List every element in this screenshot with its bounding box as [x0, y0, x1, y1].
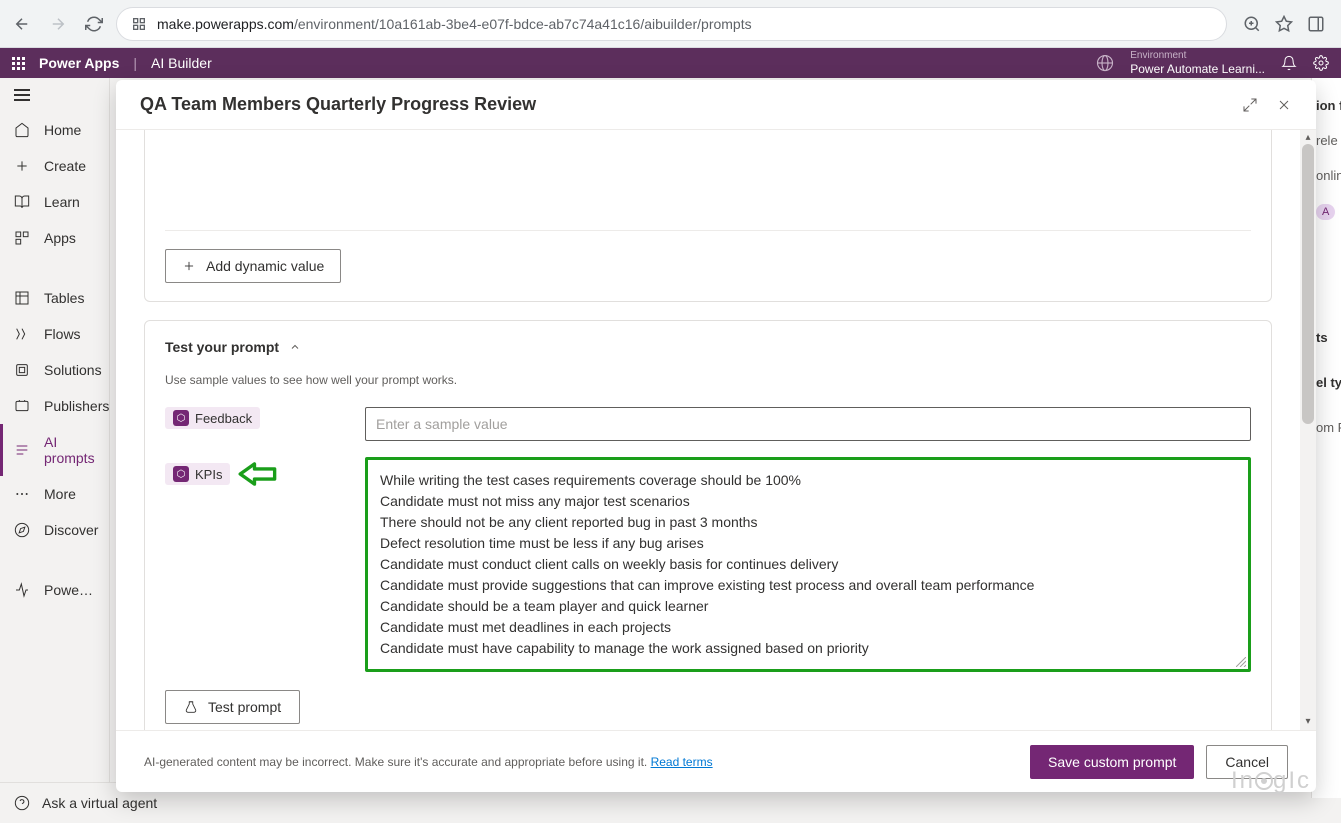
section-name[interactable]: AI Builder	[151, 55, 212, 71]
modal-title: QA Team Members Quarterly Progress Revie…	[140, 94, 536, 115]
back-button[interactable]	[8, 10, 36, 38]
test-prompt-button[interactable]: Test prompt	[165, 690, 300, 724]
save-custom-prompt-button[interactable]: Save custom prompt	[1030, 745, 1194, 779]
side-panel-icon[interactable]	[1307, 15, 1325, 33]
app-launcher-icon[interactable]	[12, 57, 25, 70]
modal-footer: AI-generated content may be incorrect. M…	[116, 730, 1316, 792]
flows-icon	[14, 326, 30, 342]
site-settings-icon	[131, 16, 147, 32]
publishers-icon	[14, 398, 30, 414]
apps-icon	[14, 230, 30, 246]
environment-selector[interactable]: Environment Power Automate Learni...	[1130, 50, 1265, 76]
solutions-icon	[14, 362, 30, 378]
add-dynamic-value-button[interactable]: Add dynamic value	[165, 249, 341, 283]
environment-icon[interactable]	[1096, 54, 1114, 72]
app-header: Power Apps | AI Builder Environment Powe…	[0, 48, 1341, 78]
ai-prompts-icon	[14, 442, 30, 458]
app-name[interactable]: Power Apps	[39, 55, 119, 71]
sidebar-item-ai-prompts[interactable]: AI prompts	[0, 424, 109, 476]
book-icon	[14, 194, 30, 210]
sidebar-item-create[interactable]: Create	[0, 148, 109, 184]
left-sidebar: Home Create Learn Apps Tables Flows Solu…	[0, 78, 110, 823]
prompt-section: Add dynamic value	[144, 130, 1272, 302]
hamburger-button[interactable]	[0, 86, 109, 104]
browser-toolbar: make.powerapps.com/environment/10a161ab-…	[0, 0, 1341, 48]
read-terms-link[interactable]: Read terms	[651, 755, 713, 769]
test-subtitle: Use sample values to see how well your p…	[165, 373, 1251, 387]
reload-button[interactable]	[80, 10, 108, 38]
sidebar-item-label: Learn	[44, 194, 80, 210]
sidebar-item-tables[interactable]: Tables	[0, 280, 109, 316]
resize-handle-icon[interactable]	[1236, 657, 1246, 667]
sidebar-item-solutions[interactable]: Solutions	[0, 352, 109, 388]
modal-header: QA Team Members Quarterly Progress Revie…	[116, 80, 1316, 130]
sidebar-item-discover[interactable]: Discover	[0, 512, 109, 548]
scrollbar[interactable]: ▴ ▾	[1300, 130, 1316, 730]
notifications-icon[interactable]	[1281, 55, 1297, 71]
flask-icon	[184, 700, 198, 714]
sidebar-item-label: Solutions	[44, 362, 102, 378]
prompt-modal: QA Team Members Quarterly Progress Revie…	[116, 80, 1316, 792]
sidebar-item-flows[interactable]: Flows	[0, 316, 109, 352]
plus-icon	[14, 158, 30, 174]
sidebar-item-power-platform[interactable]: Power Platform	[0, 572, 109, 608]
cancel-button[interactable]: Cancel	[1206, 745, 1288, 779]
footer-disclaimer: AI-generated content may be incorrect. M…	[144, 755, 713, 769]
expand-icon[interactable]	[1242, 97, 1258, 113]
sidebar-item-label: Create	[44, 158, 86, 174]
sidebar-item-label: AI prompts	[44, 434, 95, 466]
sidebar-item-label: Apps	[44, 230, 76, 246]
param-chip-kpis[interactable]: ⬡ KPIs	[165, 463, 230, 485]
sidebar-item-publishers[interactable]: Publishers	[0, 388, 109, 424]
sidebar-item-label: Home	[44, 122, 81, 138]
sidebar-item-label: Flows	[44, 326, 81, 342]
sidebar-item-apps[interactable]: Apps	[0, 220, 109, 256]
platform-icon	[14, 582, 30, 598]
zoom-icon[interactable]	[1243, 15, 1261, 33]
forward-button[interactable]	[44, 10, 72, 38]
param-chip-feedback[interactable]: ⬡ Feedback	[165, 407, 260, 429]
table-icon	[14, 290, 30, 306]
test-section-header[interactable]: Test your prompt	[165, 339, 1251, 355]
settings-icon[interactable]	[1313, 55, 1329, 71]
sidebar-item-label: Power Platform	[44, 582, 95, 598]
sidebar-item-label: More	[44, 486, 76, 502]
chat-icon	[14, 795, 30, 811]
sidebar-item-label: Tables	[44, 290, 84, 306]
feedback-input[interactable]	[365, 407, 1251, 441]
bookmark-icon[interactable]	[1275, 15, 1293, 33]
kpis-input[interactable]: While writing the test cases requirement…	[365, 457, 1251, 672]
sidebar-item-label: Publishers	[44, 398, 109, 414]
discover-icon	[14, 522, 30, 538]
close-icon[interactable]	[1276, 97, 1292, 113]
sidebar-item-more[interactable]: More	[0, 476, 109, 512]
sidebar-item-home[interactable]: Home	[0, 112, 109, 148]
sidebar-item-learn[interactable]: Learn	[0, 184, 109, 220]
chevron-up-icon	[289, 341, 301, 353]
param-icon: ⬡	[173, 410, 189, 426]
pointer-arrow-icon	[236, 457, 278, 491]
plus-icon	[182, 259, 196, 273]
param-icon: ⬡	[173, 466, 189, 482]
test-prompt-section: Test your prompt Use sample values to se…	[144, 320, 1272, 730]
url-host: make.powerapps.com/environment/10a161ab-…	[157, 16, 752, 32]
sidebar-item-label: Discover	[44, 522, 98, 538]
url-bar[interactable]: make.powerapps.com/environment/10a161ab-…	[116, 7, 1227, 41]
more-icon	[14, 486, 30, 502]
home-icon	[14, 122, 30, 138]
